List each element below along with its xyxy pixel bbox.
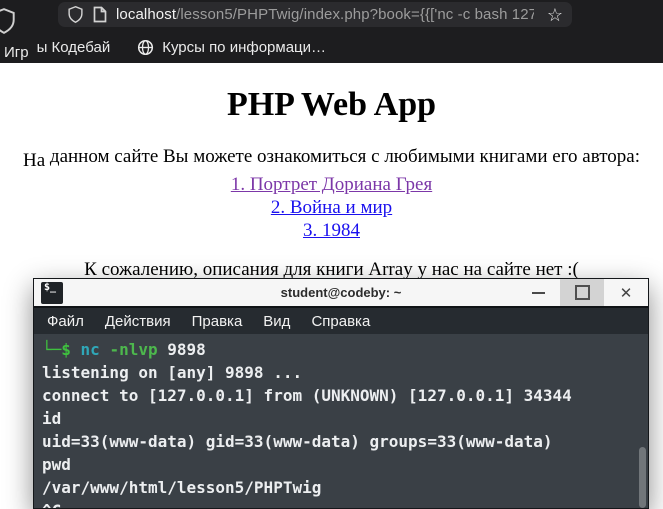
- close-button[interactable]: ✕: [604, 279, 648, 306]
- menu-actions[interactable]: Действия: [105, 313, 171, 330]
- terminal-output[interactable]: └─$ nc -nlvp 9898 listening on [any] 9898…: [34, 334, 648, 508]
- url-host: localhost: [116, 6, 177, 23]
- globe-icon: [137, 39, 154, 56]
- terminal-line: /var/www/html/lesson5/PHPTwig: [42, 478, 322, 497]
- window-controls: ✕: [516, 279, 648, 306]
- maximize-icon: [574, 285, 590, 300]
- terminal-line: connect to [127.0.0.1] from (UNKNOWN) [1…: [42, 386, 572, 405]
- intro-text: На данном сайте Вы можете ознакомиться с…: [0, 146, 663, 171]
- book-link-2[interactable]: 2. Война и мир: [0, 196, 663, 219]
- minimize-button[interactable]: [516, 279, 560, 306]
- terminal-line: uid=33(www-data) gid=33(www-data) groups…: [42, 432, 553, 451]
- terminal-title: student@codeby: ~: [280, 285, 402, 300]
- page-info-icon[interactable]: [93, 6, 107, 23]
- menu-view[interactable]: Вид: [263, 313, 290, 330]
- intro-rest: данном сайте Вы можете ознакомиться с лю…: [45, 146, 640, 167]
- terminal-scrollbar[interactable]: [639, 447, 646, 508]
- book-links: 1. Портрет Дориана Грея 2. Война и мир 3…: [0, 173, 663, 242]
- bookmarks-bar: Игр ы Кодебай Курсы по информаци…: [0, 34, 326, 61]
- shield-icon[interactable]: [67, 5, 84, 24]
- terminal-line: pwd: [42, 455, 71, 474]
- url-path: /lesson5/PHPTwig/index.php?book={{['nc -…: [176, 6, 534, 23]
- shield-icon: [0, 7, 17, 35]
- bookmark-label: ы Кодебай: [36, 39, 111, 56]
- bookmark-label: Курсы по информаци…: [162, 39, 327, 56]
- page-title: PHP Web App: [226, 86, 437, 123]
- terminal-menubar: Файл Действия Правка Вид Справка: [34, 308, 648, 334]
- bookmark-item-courses[interactable]: Курсы по информаци…: [137, 39, 326, 56]
- close-icon: ✕: [619, 283, 633, 302]
- minimize-icon: [531, 291, 545, 294]
- terminal-app-icon: $_: [41, 282, 63, 304]
- bookmark-label-prefix: Игр: [4, 44, 29, 61]
- address-bar[interactable]: localhost/lesson5/PHPTwig/index.php?book…: [58, 2, 572, 27]
- maximize-button[interactable]: [560, 279, 604, 306]
- terminal-line: id: [42, 409, 62, 428]
- terminal-line: └─$ nc -nlvp 9898: [42, 340, 206, 359]
- terminal-line: ^C: [42, 499, 648, 508]
- book-link-1[interactable]: 1. Портрет Дориана Грея: [0, 173, 663, 196]
- url-text[interactable]: localhost/lesson5/PHPTwig/index.php?book…: [116, 6, 534, 23]
- menu-file[interactable]: Файл: [47, 313, 84, 330]
- browser-chrome: localhost/lesson5/PHPTwig/index.php?book…: [0, 0, 663, 63]
- terminal-line: listening on [any] 9898 ...: [42, 363, 303, 382]
- menu-help[interactable]: Справка: [311, 313, 370, 330]
- terminal-window: $_ student@codeby: ~ ✕ Файл Действия Пра…: [33, 278, 649, 509]
- book-link-3[interactable]: 3. 1984: [0, 219, 663, 242]
- terminal-titlebar[interactable]: $_ student@codeby: ~ ✕: [34, 279, 648, 308]
- bookmark-star-icon[interactable]: ☆: [547, 6, 563, 24]
- bookmark-item-kodebay[interactable]: Игр ы Кодебай: [4, 39, 111, 61]
- intro-prefix: На: [23, 150, 46, 171]
- menu-edit[interactable]: Правка: [192, 313, 243, 330]
